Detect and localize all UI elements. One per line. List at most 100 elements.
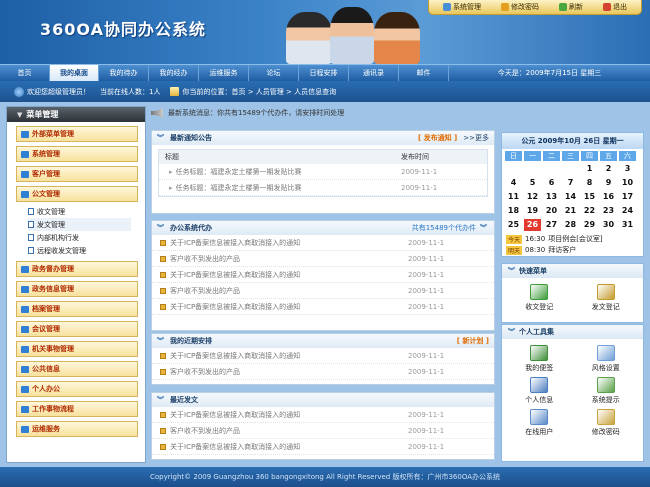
item-title[interactable]: 客户收不到发出的产品 (170, 426, 408, 436)
sidebar-sub-item[interactable]: 内部机构行发 (28, 231, 145, 244)
item-title[interactable]: 客户收不到发出的产品 (170, 367, 408, 377)
list-item[interactable]: 关于ICP备案信息被接入商取消接入的通知 2009-11-1 (152, 439, 494, 455)
tool-shortcut[interactable]: 修改密码 (573, 409, 640, 437)
list-item[interactable]: 客户收不到发出的产品 2009-11-1 (152, 364, 494, 380)
calendar-day[interactable]: 30 (600, 219, 617, 231)
calendar-day[interactable]: 7 (562, 177, 579, 189)
nav-item-4[interactable]: 运维服务 (199, 65, 249, 81)
toolbar-button-1[interactable]: 修改密码 (501, 2, 539, 12)
sidebar-group-item[interactable]: 外部菜单管理 (16, 126, 138, 142)
collapse-icon[interactable]: ︾ (480, 224, 489, 233)
nav-item-6[interactable]: 日程安排 (299, 65, 349, 81)
sidebar-group-item[interactable]: 政务信息管理 (16, 281, 138, 297)
nav-item-2[interactable]: 我的待办 (99, 65, 149, 81)
nav-item-3[interactable]: 我的经办 (149, 65, 199, 81)
list-item[interactable]: 关于ICP备案信息被接入商取消接入的通知 2009-11-1 (152, 235, 494, 251)
calendar-day[interactable]: 11 (505, 191, 522, 203)
toolbar-button-2[interactable]: 刷新 (559, 2, 583, 12)
sidebar-sub-item[interactable]: 远程收发文管理 (28, 244, 145, 257)
calendar-day[interactable]: 21 (562, 205, 579, 217)
calendar-day[interactable]: 5 (524, 177, 541, 189)
list-item[interactable]: 关于ICP备案信息被接入商取消接入的通知 2009-11-1 (152, 348, 494, 364)
tool-shortcut[interactable]: 在线用户 (506, 409, 573, 437)
sidebar-group-item[interactable]: 工作事物流程 (16, 401, 138, 417)
item-title[interactable]: 客户收不到发出的产品 (170, 254, 408, 264)
tool-shortcut[interactable]: 收文登记 (506, 284, 573, 312)
more-link[interactable]: >>更多 (463, 133, 489, 143)
nav-item-1[interactable]: 我的桌面 (50, 65, 99, 81)
calendar-day[interactable]: 2 (600, 163, 617, 175)
calendar-day[interactable]: 31 (619, 219, 636, 231)
publish-notice-link[interactable]: [ 发布通知 ] (418, 133, 457, 143)
item-title[interactable]: 关于ICP备案信息被接入商取消接入的通知 (170, 351, 408, 361)
calendar-day[interactable]: 13 (543, 191, 560, 203)
item-title[interactable]: 任务标题：福建永定土楼第一期发贴比赛 (176, 167, 401, 177)
list-item[interactable]: ▸ 任务标题：福建永定土楼第一期发贴比赛 2009-11-1 (159, 180, 487, 196)
tool-shortcut[interactable]: 个人信息 (506, 377, 573, 405)
calendar-day[interactable]: 3 (619, 163, 636, 175)
item-title[interactable]: 关于ICP备案信息被接入商取消接入的通知 (170, 442, 408, 452)
sidebar-group-item[interactable]: 会议管理 (16, 321, 138, 337)
sidebar-group-item[interactable]: 公共信息 (16, 361, 138, 377)
calendar-day[interactable]: 8 (581, 177, 598, 189)
nav-item-0[interactable]: 首页 (0, 65, 50, 81)
list-item[interactable]: 客户收不到发出的产品 2009-11-1 (152, 423, 494, 439)
calendar-day[interactable]: 4 (505, 177, 522, 189)
calendar-day[interactable]: 26 (524, 219, 541, 231)
list-item[interactable]: 关于ICP备案信息被接入商取消接入的通知 2009-11-1 (152, 407, 494, 423)
calendar-day[interactable]: 16 (600, 191, 617, 203)
tool-shortcut[interactable]: 发文登记 (573, 284, 640, 312)
list-item[interactable]: 客户收不到发出的产品 2009-11-1 (152, 251, 494, 267)
calendar-day[interactable]: 19 (524, 205, 541, 217)
sidebar-sub-item[interactable]: 收文管理 (28, 205, 145, 218)
calendar-day[interactable]: 29 (581, 219, 598, 231)
new-plan-link[interactable]: [ 新计划 ] (457, 336, 489, 346)
item-title[interactable]: 关于ICP备案信息被接入商取消接入的通知 (170, 238, 408, 248)
nav-item-7[interactable]: 通讯录 (349, 65, 399, 81)
item-title[interactable]: 客户收不到发出的产品 (170, 286, 408, 296)
item-title[interactable]: 关于ICP备案信息被接入商取消接入的通知 (170, 270, 408, 280)
item-title[interactable]: 关于ICP备案信息被接入商取消接入的通知 (170, 410, 408, 420)
list-item[interactable]: ▸ 任务标题：福建永定土楼第一期发贴比赛 2009-11-1 (159, 164, 487, 180)
calendar-day[interactable]: 20 (543, 205, 560, 217)
schedule-item[interactable]: 今天 16:30 项目例会[会议室] (506, 234, 639, 244)
calendar-day[interactable]: 10 (619, 177, 636, 189)
sidebar-group-item[interactable]: 系统管理 (16, 146, 138, 162)
nav-item-5[interactable]: 论坛 (249, 65, 299, 81)
calendar-day[interactable]: 28 (562, 219, 579, 231)
toolbar-button-0[interactable]: 系统管理 (443, 2, 481, 12)
tool-shortcut[interactable]: 我的便签 (506, 345, 573, 373)
sidebar-group-item[interactable]: 公文管理 (16, 186, 138, 202)
item-title[interactable]: 关于ICP备案信息被接入商取消接入的通知 (170, 302, 408, 312)
calendar-day[interactable]: 9 (600, 177, 617, 189)
sidebar-group-item[interactable]: 档案管理 (16, 301, 138, 317)
sidebar-sub-item[interactable]: 发文管理 (28, 218, 131, 231)
tool-shortcut[interactable]: 系统提示 (573, 377, 640, 405)
calendar-day[interactable]: 24 (619, 205, 636, 217)
calendar-day[interactable]: 1 (581, 163, 598, 175)
nav-item-8[interactable]: 邮件 (399, 65, 449, 81)
calendar-day[interactable]: 15 (581, 191, 598, 203)
chevron-down-icon: ︾ (157, 336, 164, 345)
sidebar-group-item[interactable]: 运维服务 (16, 421, 138, 437)
schedule-item[interactable]: 明天 08:30 拜访客户 (506, 245, 639, 255)
sidebar-group-item[interactable]: 客户管理 (16, 166, 138, 182)
list-item[interactable]: 关于ICP备案信息被接入商取消接入的通知 2009-11-1 (152, 299, 494, 315)
calendar-day[interactable]: 22 (581, 205, 598, 217)
calendar-day[interactable]: 18 (505, 205, 522, 217)
calendar-day[interactable]: 25 (505, 219, 522, 231)
sidebar-group-item[interactable]: 机关事物管理 (16, 341, 138, 357)
sidebar-group-item[interactable]: 个人办公 (16, 381, 138, 397)
calendar-day[interactable]: 6 (543, 177, 560, 189)
item-title[interactable]: 任务标题：福建永定土楼第一期发贴比赛 (176, 183, 401, 193)
list-item[interactable]: 关于ICP备案信息被接入商取消接入的通知 2009-11-1 (152, 267, 494, 283)
calendar-day[interactable]: 12 (524, 191, 541, 203)
list-item[interactable]: 客户收不到发出的产品 2009-11-1 (152, 283, 494, 299)
tool-shortcut[interactable]: 风格设置 (573, 345, 640, 373)
calendar-day[interactable]: 17 (619, 191, 636, 203)
sidebar-group-item[interactable]: 政务督办管理 (16, 261, 138, 277)
calendar-day[interactable]: 27 (543, 219, 560, 231)
toolbar-button-3[interactable]: 退出 (603, 2, 627, 12)
calendar-day[interactable]: 23 (600, 205, 617, 217)
calendar-day[interactable]: 14 (562, 191, 579, 203)
